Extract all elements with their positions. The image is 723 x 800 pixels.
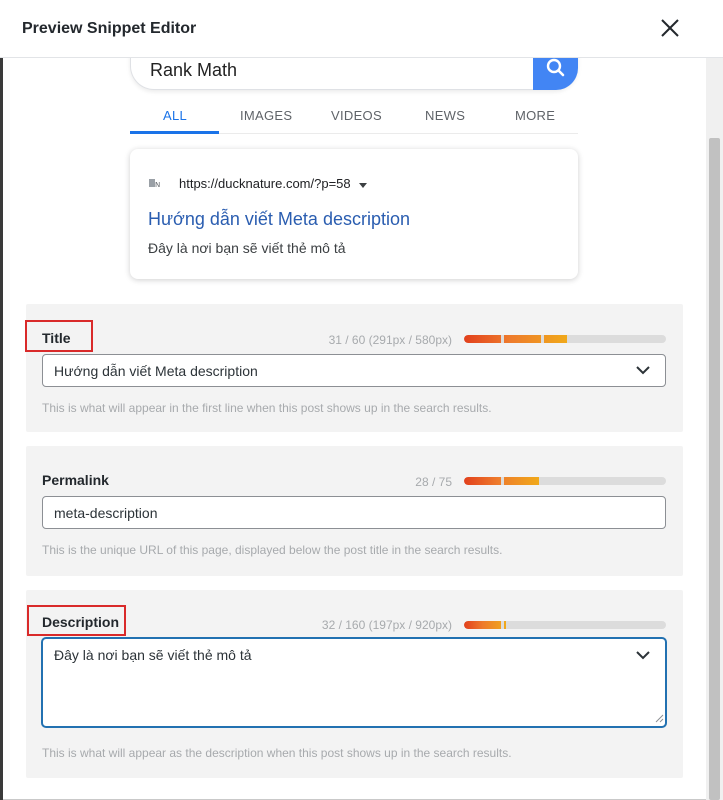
description-textarea[interactable]: Đây là nơi bạn sẽ viết thẻ mô tả bbox=[42, 638, 666, 727]
dialog-title: Preview Snippet Editor bbox=[22, 20, 197, 37]
chevron-down-icon[interactable] bbox=[635, 647, 651, 663]
description-length-meter bbox=[464, 621, 666, 629]
favicon-icon: N bbox=[149, 179, 160, 189]
active-tab-indicator bbox=[130, 131, 219, 134]
title-meter-fill bbox=[464, 335, 568, 343]
result-url: https://ducknature.com/?p=58 bbox=[179, 176, 368, 191]
permalink-meter-fill bbox=[464, 477, 539, 485]
result-title: Hướng dẫn viết Meta description bbox=[148, 209, 410, 229]
description-label: Description bbox=[42, 614, 120, 630]
tab-news: NEWS bbox=[425, 108, 466, 123]
title-counter: 31 / 60 (291px / 580px) bbox=[328, 333, 452, 347]
permalink-input[interactable]: meta-description bbox=[42, 496, 666, 529]
tab-all: ALL bbox=[163, 108, 188, 123]
permalink-help-text: This is the unique URL of this page, dis… bbox=[42, 543, 503, 557]
title-label: Title bbox=[42, 330, 71, 346]
title-input[interactable]: Hướng dẫn viết Meta description bbox=[42, 354, 666, 387]
description-counter: 32 / 160 (197px / 920px) bbox=[321, 618, 452, 632]
tab-images: IMAGES bbox=[240, 108, 293, 123]
title-length-meter bbox=[464, 335, 666, 343]
close-button[interactable] bbox=[656, 14, 684, 42]
dialog-header: Preview Snippet Editor bbox=[0, 0, 723, 58]
scrollbar-thumb[interactable] bbox=[709, 138, 720, 800]
tab-more: MORE bbox=[515, 108, 556, 123]
description-help-text: This is what will appear as the descript… bbox=[42, 746, 512, 760]
svg-text:N: N bbox=[155, 181, 160, 189]
window-edge bbox=[0, 0, 3, 800]
search-query-text: Rank Math bbox=[150, 60, 238, 80]
permalink-counter: 28 / 75 bbox=[415, 475, 452, 489]
close-icon[interactable] bbox=[656, 14, 684, 42]
chevron-down-icon[interactable] bbox=[635, 362, 651, 378]
permalink-length-meter bbox=[464, 477, 666, 485]
permalink-label: Permalink bbox=[42, 472, 109, 488]
caret-down-icon bbox=[359, 182, 368, 188]
tab-videos: VIDEOS bbox=[331, 108, 382, 123]
result-url-text: https://ducknature.com/?p=58 bbox=[179, 176, 351, 191]
resize-handle-icon[interactable] bbox=[655, 714, 664, 723]
description-meter-fill bbox=[464, 621, 507, 629]
result-description: Đây là nơi bạn sẽ viết thẻ mô tả bbox=[148, 240, 346, 256]
title-help-text: This is what will appear in the first li… bbox=[42, 401, 492, 415]
